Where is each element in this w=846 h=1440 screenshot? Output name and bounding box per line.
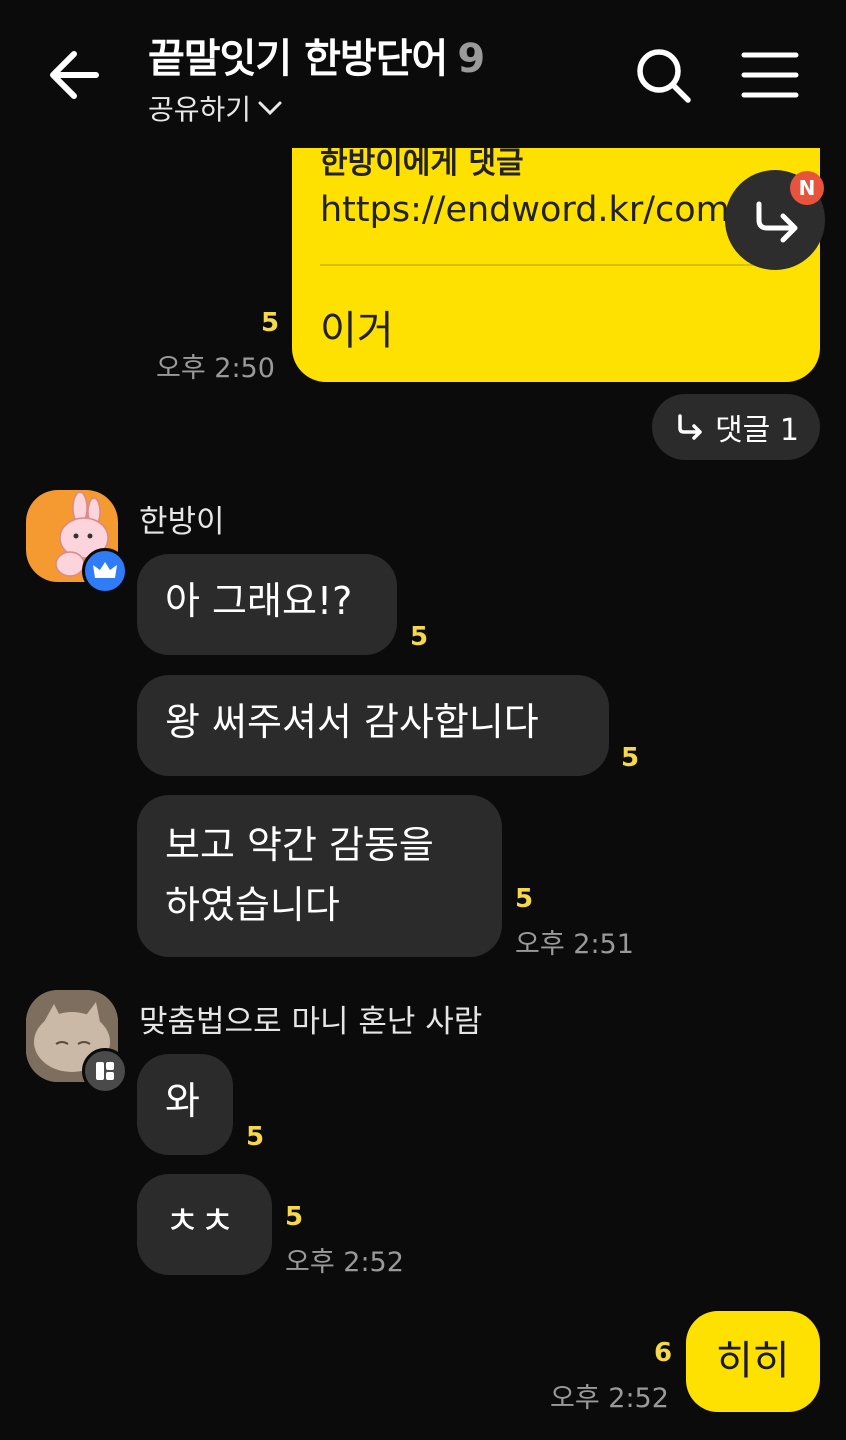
notification-badge: N (790, 171, 824, 205)
sender-name: 한방이 (139, 504, 225, 540)
back-arrow-icon[interactable] (40, 42, 110, 108)
share-label: 공유하기 (148, 93, 252, 126)
divider (320, 264, 792, 266)
my-message-bubble[interactable]: 히히 (686, 1311, 820, 1412)
message-time: 오후 2:52 (550, 1383, 669, 1414)
manager-icon (96, 1062, 114, 1080)
chat-room-name: 끝말잇기 한방단어 (148, 36, 448, 82)
message-bubble[interactable]: ㅊㅊ (137, 1174, 272, 1275)
crown-icon (93, 562, 117, 578)
host-crown-badge (82, 548, 128, 594)
message-time: 오후 2:51 (515, 929, 634, 960)
read-count: 5 (285, 1202, 304, 1232)
message-text: 보고 약간 감동을 (165, 823, 434, 867)
message-text: 와 (165, 1079, 200, 1123)
message-time: 오후 2:50 (156, 353, 275, 384)
read-count: 6 (654, 1338, 673, 1368)
search-icon[interactable] (632, 44, 694, 106)
message-text: 아 그래요!? (165, 579, 353, 623)
message-text: ㅊㅊ (165, 1199, 235, 1243)
message-text: 왕 써주셔서 감사합니다 (165, 700, 539, 744)
member-count: 9 (457, 36, 485, 82)
shared-post-link[interactable]: https://endword.kr/com (320, 190, 730, 230)
message-bubble[interactable]: 와 (137, 1054, 233, 1155)
read-count: 5 (410, 622, 429, 652)
read-count: 5 (515, 884, 534, 914)
chat-header: 끝말잇기 한방단어 9 공유하기 (0, 0, 846, 148)
reply-count-button[interactable]: 댓글 1 (652, 394, 820, 460)
menu-icon[interactable] (740, 50, 800, 100)
read-count: 5 (261, 308, 280, 338)
message-time: 오후 2:52 (285, 1247, 404, 1278)
message-bubble[interactable]: 보고 약간 감동을 하였습니다 (137, 795, 502, 957)
message-bubble[interactable]: 아 그래요!? (137, 554, 397, 655)
message-text: 히히 (716, 1338, 790, 1384)
read-count: 5 (246, 1122, 265, 1152)
reply-arrow-icon (678, 414, 702, 440)
share-button[interactable]: 공유하기 (148, 88, 285, 128)
chat-title[interactable]: 끝말잇기 한방단어 9 (148, 26, 485, 84)
shared-post-body: 이거 (320, 308, 394, 354)
manager-badge (82, 1048, 128, 1094)
chevron-down-icon (258, 101, 282, 116)
message-bubble[interactable]: 왕 써주셔서 감사합니다 (137, 675, 609, 776)
message-text: 하였습니다 (165, 883, 340, 927)
read-count: 5 (621, 743, 640, 773)
sender-name: 맞춤법으로 마니 혼난 사람 (139, 1004, 483, 1040)
reply-count-label: 댓글 1 (715, 413, 799, 448)
